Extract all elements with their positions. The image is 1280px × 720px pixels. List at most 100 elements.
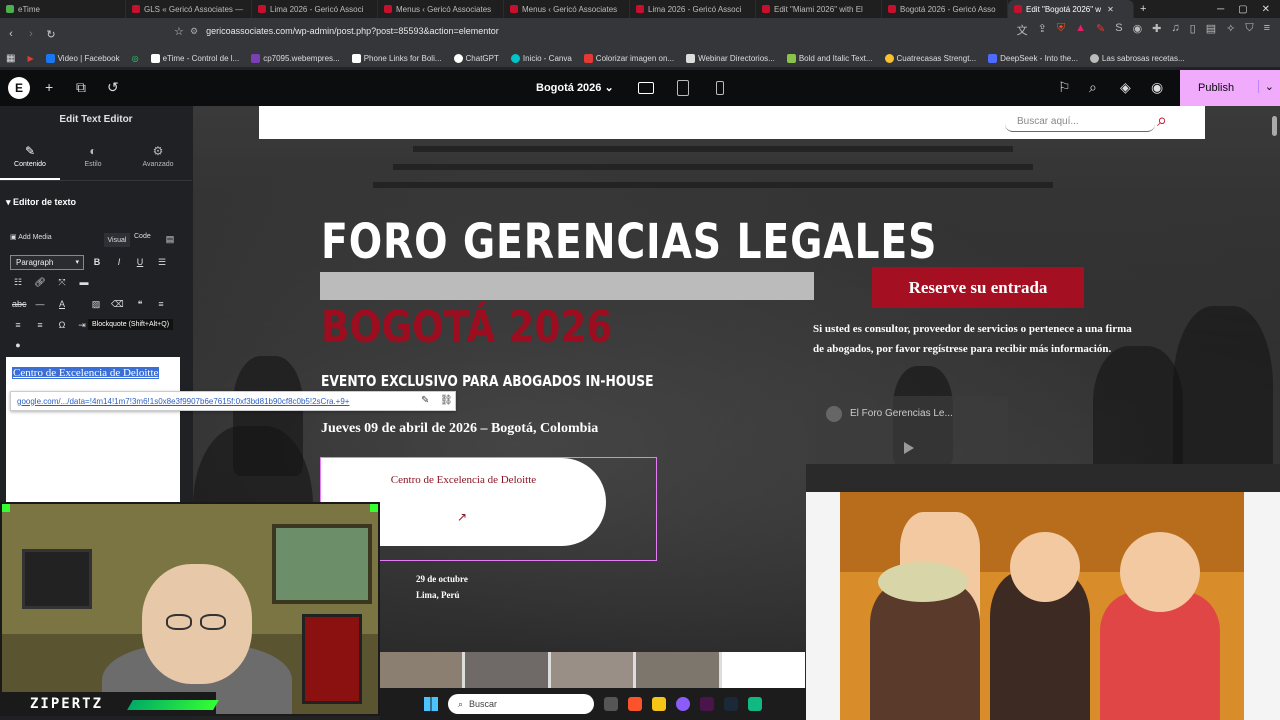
search-icon[interactable]: ⌕	[1089, 79, 1097, 96]
apps-icon[interactable]: ▦	[6, 53, 15, 64]
maximize-icon[interactable]: ▢	[1238, 4, 1247, 15]
link-popup[interactable]: google.com/.../data=!4m14!1m7!3m6!1s0x8e…	[10, 391, 456, 411]
site-search-input[interactable]: Buscar aquí...	[1005, 114, 1155, 132]
bookmark-item[interactable]: cp7095.webempres...	[251, 54, 340, 63]
add-element-icon[interactable]: +	[45, 79, 53, 95]
browser-tab[interactable]: Lima 2026 - Gericó Associ	[252, 0, 378, 18]
visual-tab[interactable]: Visual	[104, 233, 130, 247]
bookmark-item[interactable]: Cuatrecasas Strengt...	[884, 54, 976, 63]
fullscreen-icon[interactable]: ⤧	[56, 277, 68, 288]
leo-icon[interactable]: ✧	[1226, 22, 1235, 38]
vpn-icon[interactable]: ⛉	[1245, 22, 1253, 38]
publish-button[interactable]: Publish ⌄	[1180, 70, 1280, 106]
whatsapp-icon[interactable]: ◎	[132, 54, 139, 63]
brave-shield-icon[interactable]: ⛨	[1057, 22, 1065, 38]
bookmark-item[interactable]: ChatGPT	[453, 54, 499, 63]
browser-tab[interactable]: Edit "Miami 2026" with El	[756, 0, 882, 18]
messenger-icon[interactable]	[676, 697, 690, 711]
menu-icon[interactable]: ≡	[1264, 22, 1270, 38]
indent-icon[interactable]: ⇥	[76, 320, 88, 331]
browser-tab[interactable]: GLS « Gericó Associates —	[126, 0, 252, 18]
format-select[interactable]: Paragraph ▾	[10, 255, 84, 270]
bookmark-item[interactable]: Phone Links for Boli...	[351, 54, 442, 63]
reserve-button[interactable]: Reserve su entrada	[872, 267, 1084, 308]
add-media-button[interactable]: ▣ Add Media	[10, 233, 52, 241]
reload-icon[interactable]: ↻	[42, 28, 60, 41]
bookmark-item[interactable]: Bold and Italic Text...	[786, 54, 873, 63]
bookmark-item[interactable]: Video | Facebook	[45, 54, 120, 63]
play-icon[interactable]	[904, 442, 914, 454]
numbered-list-icon[interactable]: ☷	[12, 277, 24, 288]
mobile-view-icon[interactable]	[716, 81, 724, 95]
chevron-down-icon[interactable]: ⌄	[1257, 80, 1274, 93]
rewards-icon[interactable]: ▲	[1075, 22, 1086, 38]
new-tab-button[interactable]: +	[1134, 0, 1152, 18]
horizontal-line-icon[interactable]: —	[34, 299, 46, 309]
translate-icon[interactable]: 文	[1017, 22, 1028, 38]
omega-icon[interactable]: Ω	[56, 320, 68, 330]
bookmark-item[interactable]: Inicio - Canva	[510, 54, 572, 63]
help-icon[interactable]: ●	[12, 340, 24, 350]
video-embed[interactable]: El Foro Gerencias Le...	[816, 396, 1008, 468]
browser-tab[interactable]: Menus ‹ Gericó Associates	[378, 0, 504, 18]
bookmark-icon[interactable]: ☆	[174, 25, 184, 38]
tab-contenido[interactable]: ✎ Contenido	[0, 144, 60, 168]
back-icon[interactable]: ‹	[2, 28, 20, 40]
unlink-icon[interactable]: ⛓	[440, 395, 453, 406]
youtube-icon[interactable]: ▶	[27, 54, 33, 63]
taskbar-search[interactable]: ⌕ Buscar	[448, 694, 594, 714]
extension-s-icon[interactable]: S	[1115, 22, 1122, 38]
bullet-list-icon[interactable]: ☰	[156, 257, 168, 268]
elementor-logo-icon[interactable]: E	[8, 77, 30, 99]
browser-tab[interactable]: Bogotá 2026 - Gericó Asso	[882, 0, 1008, 18]
bold-icon[interactable]: B	[91, 257, 103, 267]
bookmark-item[interactable]: Webinar Directorios...	[686, 54, 775, 63]
align-left-icon[interactable]: ≡	[155, 299, 167, 309]
browser-tab-active[interactable]: Edit "Bogotá 2026" w ✕	[1008, 0, 1134, 18]
browser-tab[interactable]: Menus ‹ Gericó Associates	[504, 0, 630, 18]
app-icon[interactable]	[748, 697, 762, 711]
external-arrow-icon[interactable]: ↗	[457, 510, 467, 524]
bookmark-item[interactable]: DeepSeek - Into the...	[988, 54, 1078, 63]
browser-tab[interactable]: eTime	[0, 0, 126, 18]
edit-link-icon[interactable]: ✎	[421, 395, 429, 406]
italic-icon[interactable]: I	[113, 257, 125, 267]
underline-icon[interactable]: U	[134, 257, 146, 267]
venue-link[interactable]: Centro de Excelencia de Deloitte	[321, 474, 606, 486]
align-right-icon[interactable]: ≡	[34, 320, 46, 330]
page-selector[interactable]: Bogotá 2026 ⌄	[536, 81, 614, 94]
notes-icon[interactable]: ⚐	[1058, 79, 1071, 96]
toolbar-toggle-icon[interactable]: ▤	[164, 234, 176, 245]
url-field[interactable]: ⚙ gericoassociates.com/wp-admin/post.php…	[190, 21, 870, 41]
steam-icon[interactable]	[724, 697, 738, 711]
blockquote-icon[interactable]: ❝	[134, 299, 146, 310]
code-tab[interactable]: Code	[134, 233, 151, 240]
minimize-icon[interactable]: ─	[1217, 4, 1224, 15]
strikethrough-icon[interactable]: abc	[12, 299, 27, 309]
search-icon[interactable]: ⌕	[1157, 110, 1167, 131]
toolbar-toggle-icon[interactable]: ▬	[78, 277, 90, 287]
bookmark-item[interactable]: Las sabrosas recetas...	[1089, 54, 1185, 63]
forward-icon[interactable]: ›	[22, 28, 40, 40]
history-icon[interactable]: ↺	[107, 79, 119, 96]
wallet-icon[interactable]: ▤	[1206, 22, 1216, 38]
file-explorer-icon[interactable]	[652, 697, 666, 711]
tab-estilo[interactable]: ◐ Estilo	[63, 144, 123, 168]
sidebar-icon[interactable]: ▯	[1190, 22, 1196, 38]
bookmark-item[interactable]: eTime - Control de l...	[150, 54, 239, 63]
link-url[interactable]: google.com/.../data=!4m14!1m7!3m6!1s0x8e…	[17, 397, 349, 406]
section-toggle[interactable]: ▾ Editor de texto	[6, 197, 76, 208]
tab-avanzado[interactable]: ⚙ Avanzado	[128, 144, 188, 168]
layers-icon[interactable]: ◈	[1120, 79, 1131, 96]
structure-icon[interactable]: ⧉	[76, 79, 86, 96]
tablet-view-icon[interactable]	[677, 80, 689, 96]
selected-link-text[interactable]: Centro de Excelencia de Deloitte	[12, 367, 160, 379]
align-center-icon[interactable]: ≡	[12, 320, 24, 330]
site-info-icon[interactable]: ⚙	[190, 26, 198, 37]
close-tab-icon[interactable]: ✕	[1107, 5, 1114, 14]
preview-eye-icon[interactable]: ◉	[1151, 79, 1163, 96]
slack-icon[interactable]	[700, 697, 714, 711]
desktop-view-icon[interactable]	[638, 82, 654, 94]
windows-start-icon[interactable]	[424, 697, 438, 711]
text-color-icon[interactable]: A	[56, 299, 68, 309]
